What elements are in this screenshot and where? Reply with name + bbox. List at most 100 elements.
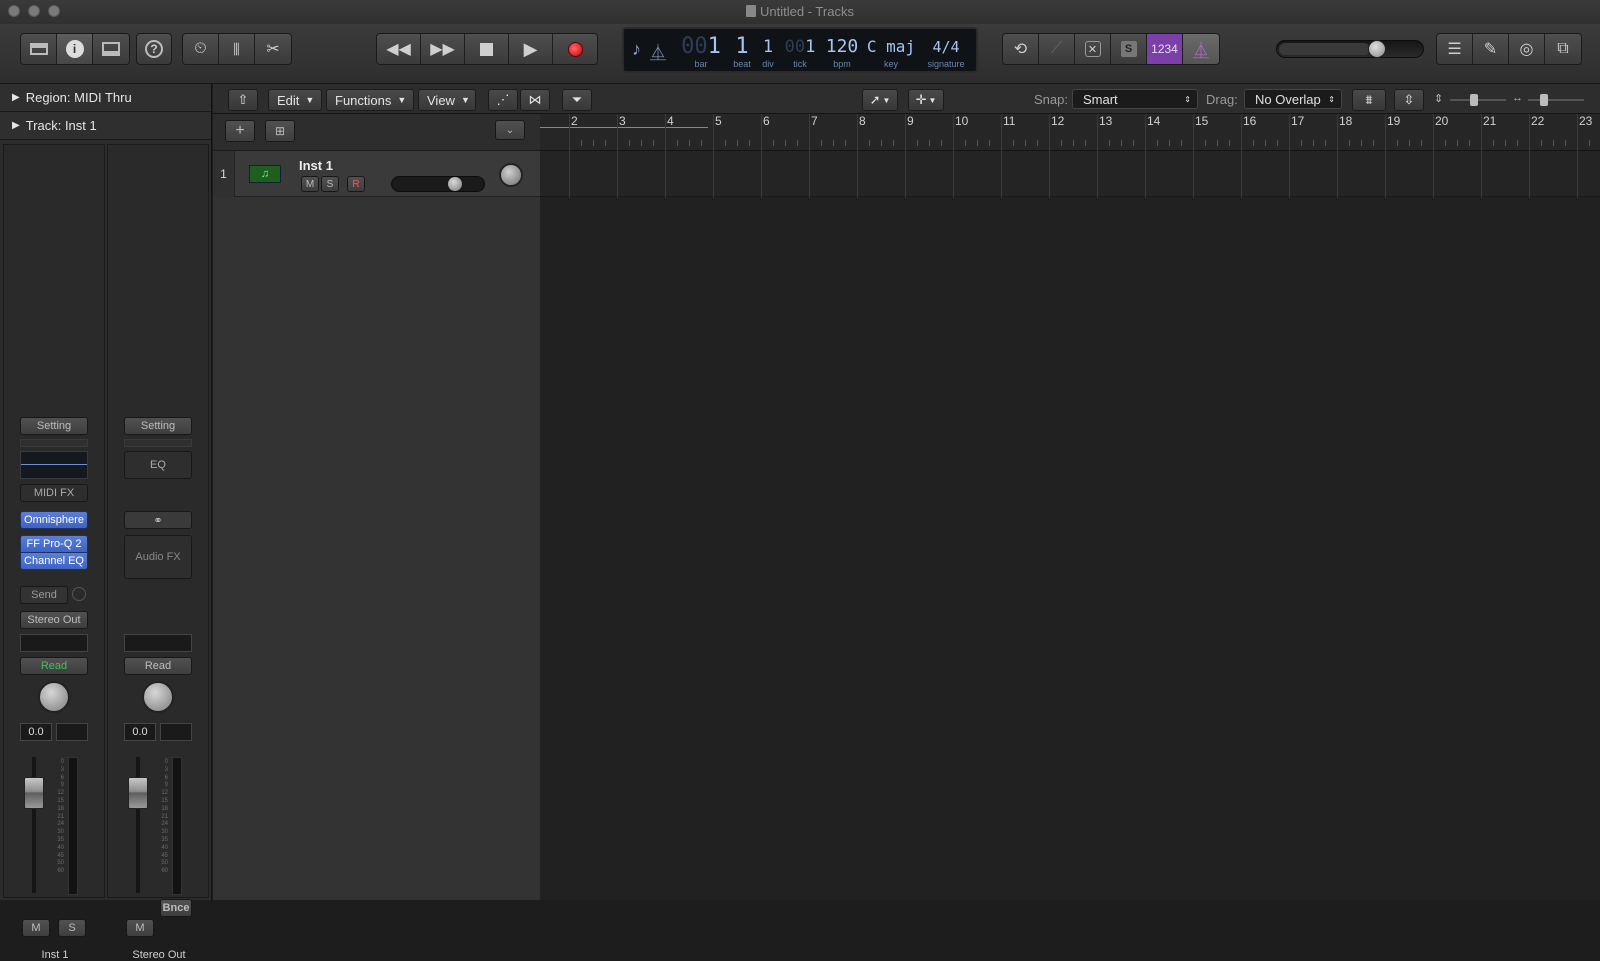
mixer-button[interactable]: ⫼ (219, 34, 255, 64)
track-pan-knob[interactable] (499, 163, 523, 187)
track-volume-knob[interactable] (448, 177, 463, 191)
region-inspector-label: Region: MIDI Thru (25, 90, 132, 105)
lcd-key[interactable]: C maj key (864, 35, 918, 69)
region-inspector-header[interactable]: ▶ Region: MIDI Thru (0, 84, 211, 112)
inspector-button[interactable]: i (57, 34, 93, 64)
chevron-down-icon: ▼ (305, 95, 315, 105)
loop-browser-button[interactable]: ◎ (1509, 34, 1545, 64)
mute-button[interactable]: M (126, 919, 154, 937)
automation-mode-button[interactable]: Read (124, 657, 192, 675)
flex-button[interactable]: ⋈ (520, 89, 550, 111)
beat-tick (1181, 140, 1182, 146)
track-name[interactable]: Inst 1 (299, 158, 333, 173)
setting-button[interactable]: Setting (124, 417, 192, 435)
command-click-tool-menu[interactable]: ✛ ▼ (908, 89, 944, 111)
left-click-tool-menu[interactable]: ➚ ▼ (862, 89, 898, 111)
volume-fader[interactable] (128, 777, 148, 809)
notepad-button[interactable]: ✎ (1473, 34, 1509, 64)
setting-button[interactable]: Setting (20, 417, 88, 435)
vertical-zoom-icon: ⇳ (1403, 92, 1415, 107)
metronome-button[interactable]: ⏅ (1183, 34, 1219, 64)
functions-menu[interactable]: Functions ▼ (326, 89, 414, 111)
group-slot[interactable] (20, 634, 88, 652)
smart-controls-button[interactable]: ⏲ (183, 34, 219, 64)
notepad-icon: ✎ (1483, 41, 1498, 58)
eq-thumbnail[interactable] (20, 451, 88, 479)
editors-button[interactable]: ✂ (255, 34, 291, 64)
instrument-slot[interactable]: Omnisphere (20, 511, 88, 529)
gain-slot[interactable] (124, 439, 192, 447)
track-record-button[interactable]: R (347, 176, 365, 192)
send-knob[interactable] (72, 587, 86, 601)
track-mute-button[interactable]: M (301, 176, 319, 192)
vertical-zoom-slider[interactable] (1450, 94, 1506, 106)
gain-slot[interactable] (20, 439, 88, 447)
eq-slot[interactable]: EQ (124, 451, 192, 479)
mute-button[interactable]: M (22, 919, 50, 937)
list-editors-button[interactable]: ☰ (1437, 34, 1473, 64)
waveform-zoom-button[interactable]: ⩩ (1352, 89, 1386, 111)
track-row[interactable]: 1 ♫ Inst 1 M S R (213, 151, 540, 197)
track-solo-button[interactable]: S (321, 176, 339, 192)
fast-forward-button[interactable]: ▶▶ (421, 34, 465, 64)
stop-button[interactable] (465, 34, 509, 64)
automation-button[interactable]: ⋰ (488, 89, 518, 111)
count-in-button[interactable]: 1234 (1147, 34, 1183, 64)
toolbar-button[interactable] (93, 34, 129, 64)
instrument-icon[interactable]: ♫ (249, 165, 281, 183)
stereo-link-button[interactable]: ⚭ (124, 511, 192, 529)
output-slot[interactable]: Stereo Out (20, 611, 88, 629)
audio-fx-slot-1[interactable]: FF Pro-Q 2 (20, 535, 88, 553)
audio-fx-slot[interactable]: Audio FX (124, 535, 192, 579)
track-lane[interactable] (540, 151, 1600, 197)
bounce-button[interactable]: Bnce (160, 899, 192, 917)
solo-mode-button[interactable]: S (1111, 34, 1147, 64)
volume-value[interactable]: 0.0 (124, 723, 156, 741)
drag-dropdown[interactable]: No Overlap ⇕ (1244, 89, 1342, 109)
play-button[interactable]: ▶ (509, 34, 553, 64)
audio-fx-slot-2[interactable]: Channel EQ (20, 552, 88, 570)
window-title: Untitled - Tracks (0, 4, 1600, 19)
vertical-zoom-button[interactable]: ⇳ (1394, 89, 1424, 111)
track-volume-slider[interactable] (391, 176, 485, 192)
tracks-area[interactable] (540, 151, 1600, 900)
replace-button[interactable]: ✕ (1075, 34, 1111, 64)
master-volume-knob[interactable] (1368, 40, 1386, 58)
beat-tick (749, 140, 750, 146)
pan-knob[interactable] (38, 681, 70, 713)
midi-fx-slot[interactable]: MIDI FX (20, 484, 88, 502)
horizontal-zoom-icon: ↔ (1512, 92, 1523, 104)
new-folder-button[interactable]: ⊞ (265, 120, 295, 142)
solo-button[interactable]: S (58, 919, 86, 937)
rewind-button[interactable]: ◀◀ (377, 34, 421, 64)
lcd-display[interactable]: ♪ ⏅ 001 bar 1 beat 1 div 001 tick 120 bp… (622, 27, 978, 73)
horizontal-zoom-slider[interactable] (1528, 94, 1584, 106)
lcd-signature[interactable]: 4/4 signature (918, 35, 974, 69)
view-menu[interactable]: View ▼ (418, 89, 476, 111)
snap-dropdown[interactable]: Smart ⇕ (1072, 89, 1198, 109)
edit-menu[interactable]: Edit ▼ (268, 89, 322, 111)
beat-tick (1121, 140, 1122, 146)
quick-help-button[interactable]: ? (136, 33, 172, 65)
send-slot[interactable]: Send (20, 586, 68, 604)
add-track-button[interactable]: + (225, 120, 255, 142)
library-button[interactable] (21, 34, 57, 64)
tuner-button[interactable]: ⟋ (1039, 34, 1075, 64)
record-button[interactable] (553, 34, 597, 64)
track-inspector-header[interactable]: ▶ Track: Inst 1 (0, 112, 211, 140)
beat-tick (1085, 140, 1086, 146)
lcd-bar-dim: 00 (681, 34, 708, 59)
lcd-bpm[interactable]: 120 bpm (820, 35, 864, 69)
global-tracks-button[interactable]: ⌄ (495, 120, 525, 140)
filter-button[interactable]: ⏷ (562, 89, 592, 111)
master-volume-slider[interactable] (1276, 40, 1424, 58)
catch-button[interactable]: ⇧ (228, 89, 258, 111)
cycle-button[interactable]: ⟲ (1003, 34, 1039, 64)
group-slot[interactable] (124, 634, 192, 652)
media-browser-button[interactable]: ⧉ (1545, 34, 1581, 64)
automation-mode-button[interactable]: Read (20, 657, 88, 675)
volume-value[interactable]: 0.0 (20, 723, 52, 741)
volume-fader[interactable] (24, 777, 44, 809)
pan-knob[interactable] (142, 681, 174, 713)
tuner-icon: ⟋ (1050, 40, 1063, 57)
